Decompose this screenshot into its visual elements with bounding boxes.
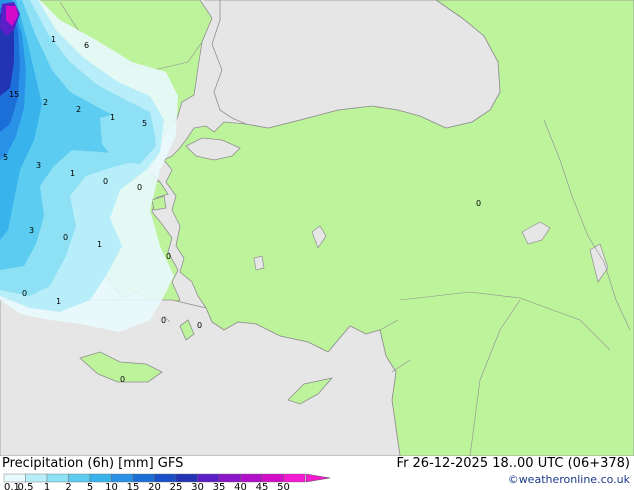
legend-label: 5 xyxy=(87,482,93,490)
value-label: 5 xyxy=(3,153,8,162)
legend-label: 25 xyxy=(170,482,183,490)
legend-label: 50 xyxy=(277,482,290,490)
precipitation-map: 1 6 15 2 2 1 5 5 3 1 0 0 3 0 1 0 0 1 0 0… xyxy=(0,0,634,456)
value-label: 1 xyxy=(97,240,102,249)
value-label: 0 xyxy=(137,183,142,192)
value-label: 1 xyxy=(56,297,61,306)
legend-label: 45 xyxy=(256,482,269,490)
legend-label: 0.5 xyxy=(18,482,34,490)
legend-label: 30 xyxy=(191,482,204,490)
value-label: 15 xyxy=(9,90,19,99)
value-label: 0 xyxy=(103,177,108,186)
legend-label: 10 xyxy=(105,482,118,490)
lake-small xyxy=(253,255,265,271)
value-label: 0 xyxy=(63,233,68,242)
legend-swatch xyxy=(240,473,263,483)
legend-swatch xyxy=(218,473,241,483)
value-label: 0 xyxy=(476,199,481,208)
legend-swatch xyxy=(197,473,220,483)
legend-arrow xyxy=(305,473,331,483)
value-label: 0 xyxy=(197,321,202,330)
value-label: 1 xyxy=(70,169,75,178)
legend-label: 40 xyxy=(234,482,247,490)
value-label: 0 xyxy=(22,289,27,298)
legend-label: 20 xyxy=(148,482,161,490)
legend-swatch xyxy=(25,473,48,483)
value-label: 3 xyxy=(36,161,41,170)
value-label: 1 xyxy=(110,113,115,122)
legend-label: 1 xyxy=(44,482,50,490)
value-label: 0 xyxy=(120,375,125,384)
legend-swatch xyxy=(132,473,155,483)
legend-label: 15 xyxy=(127,482,140,490)
legend-swatch xyxy=(111,473,134,483)
value-label: 2 xyxy=(76,105,81,114)
legend-swatch xyxy=(68,473,91,483)
value-label: 0 xyxy=(161,316,166,325)
legend-swatch xyxy=(283,473,306,483)
value-label: 5 xyxy=(142,119,147,128)
value-label: 3 xyxy=(29,226,34,235)
value-label: 1 xyxy=(51,35,56,44)
value-label: 2 xyxy=(43,98,48,107)
value-label: 0 xyxy=(166,252,171,261)
legend-label: 2 xyxy=(65,482,71,490)
legend-swatch xyxy=(154,473,177,483)
valid-time: Fr 26-12-2025 18..00 UTC (06+378) xyxy=(396,456,630,471)
legend-swatch xyxy=(261,473,284,483)
legend-swatch xyxy=(175,473,198,483)
legend-swatch xyxy=(3,473,26,483)
color-legend: 0.10.5 1 2 5 10 15 20 25 30 35 40 45 50 xyxy=(3,473,331,490)
legend-swatch xyxy=(46,473,69,483)
credit-link[interactable]: ©weatheronline.co.uk xyxy=(508,473,630,486)
map-title: Precipitation (6h) [mm] GFS xyxy=(2,456,184,471)
legend-swatch xyxy=(89,473,112,483)
value-label: 6 xyxy=(84,41,89,50)
legend-label: 35 xyxy=(213,482,226,490)
